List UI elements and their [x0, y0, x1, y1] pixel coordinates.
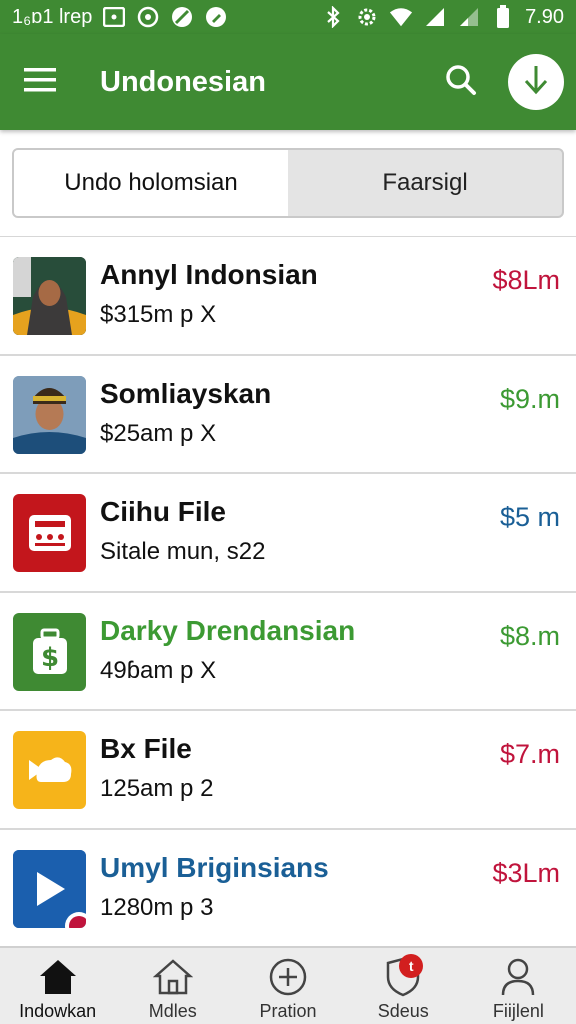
edit-icon	[204, 5, 228, 29]
nav-label: Indowkan	[19, 1001, 97, 1021]
download-icon	[522, 64, 550, 101]
list-item[interactable]: Umyl Briginsians 1280m p 3 $3Lm	[0, 830, 576, 949]
avatar	[13, 257, 86, 335]
item-subtitle: Sitale mun, s22	[100, 538, 266, 565]
list-item[interactable]: Somliayskan $25am p X $9.m	[0, 356, 576, 474]
item-title: Umyl Briginsians	[100, 851, 329, 883]
battery-icon	[491, 5, 515, 29]
shield-icon: t	[381, 954, 425, 998]
nav-item-pration[interactable]: Pration	[230, 948, 345, 1024]
wifi-icon	[389, 5, 413, 29]
segmented-tabs: Undo holomsian Faarsigl	[12, 148, 564, 218]
photo-icon	[102, 5, 126, 29]
item-title: Ciihu File	[100, 496, 226, 527]
item-subtitle: $315m p X	[100, 301, 217, 328]
nav-label: Pration	[259, 1001, 317, 1021]
cloud-arrow-icon	[13, 731, 86, 809]
home-icon	[36, 956, 80, 998]
list-item[interactable]: Bx File 125am p 2 $7.m	[0, 711, 576, 830]
home-outline-icon	[151, 956, 195, 998]
app-bar: Undonesian	[0, 34, 576, 130]
add-circle-icon	[266, 956, 310, 998]
item-subtitle: 1280m p 3	[100, 893, 214, 921]
item-title: Darky Drendansian	[100, 614, 356, 646]
download-button[interactable]	[508, 54, 564, 110]
tab-undo-holomsian[interactable]: Undo holomsian	[14, 150, 288, 216]
calculator-icon	[13, 494, 86, 572]
transaction-list: Annyl Indonsian $315m p X $8Lm Somliaysk…	[0, 237, 576, 948]
play-icon	[13, 849, 86, 928]
status-time: 7.90	[525, 5, 564, 28]
list-item[interactable]: Annyl Indonsian $315m p X $8Lm	[0, 237, 576, 356]
list-item[interactable]: Ciihu File Sitale mun, s22 $5 m	[0, 474, 576, 593]
item-subtitle: 49ɓam p X	[100, 656, 217, 684]
item-amount: $9.m	[499, 383, 560, 414]
item-amount: $5 m	[499, 502, 560, 532]
person-icon	[496, 956, 540, 998]
tab-faarsigl[interactable]: Faarsigl	[288, 150, 562, 216]
nav-item-fiijlenl[interactable]: Fiijlenl	[461, 948, 576, 1024]
nav-label: Sdeus	[377, 1001, 429, 1021]
item-subtitle: 125am p 2	[100, 775, 214, 802]
item-title: Bx File	[100, 733, 192, 764]
svg-text:$: $	[40, 643, 58, 673]
item-amount: $8Lm	[492, 265, 560, 295]
search-button[interactable]	[436, 57, 486, 107]
nav-label: Fiijlenl	[492, 1001, 544, 1021]
nav-item-mdles[interactable]: Mdles	[115, 948, 230, 1024]
item-subtitle: $25am p X	[100, 419, 217, 447]
menu-icon	[23, 67, 57, 98]
item-title: Annyl Indonsian	[100, 259, 318, 290]
block-icon	[170, 5, 194, 29]
menu-button[interactable]	[0, 34, 80, 130]
item-title: Somliayskan	[100, 377, 272, 409]
nav-item-indowkan[interactable]: Indowkan	[0, 948, 115, 1024]
sync-icon	[136, 5, 160, 29]
status-bar: 1₆ɒ1 lrep 7.90	[0, 0, 576, 34]
bluetooth-icon	[321, 5, 345, 29]
settings-icon	[355, 5, 379, 29]
avatar	[13, 375, 86, 454]
item-amount: $8.m	[499, 620, 560, 651]
item-amount: $3Lm	[492, 857, 560, 888]
page-title: Undonesian	[100, 65, 266, 98]
status-left-text: 1₆ɒ1 lrep	[12, 5, 93, 28]
nav-item-sdeus[interactable]: t Sdeus	[346, 948, 461, 1024]
signal-icon	[423, 5, 447, 29]
nav-label: Mdles	[148, 1001, 197, 1021]
item-amount: $7.m	[499, 739, 560, 769]
search-icon	[445, 64, 477, 101]
signal-weak-icon	[457, 5, 481, 29]
money-bag-icon: $	[13, 612, 86, 691]
bottom-navigation: Indowkan Mdles Pration t Sdeus Fiijlenl	[0, 946, 576, 1024]
list-item[interactable]: $ Darky Drendansian 49ɓam p X $8.m	[0, 593, 576, 711]
